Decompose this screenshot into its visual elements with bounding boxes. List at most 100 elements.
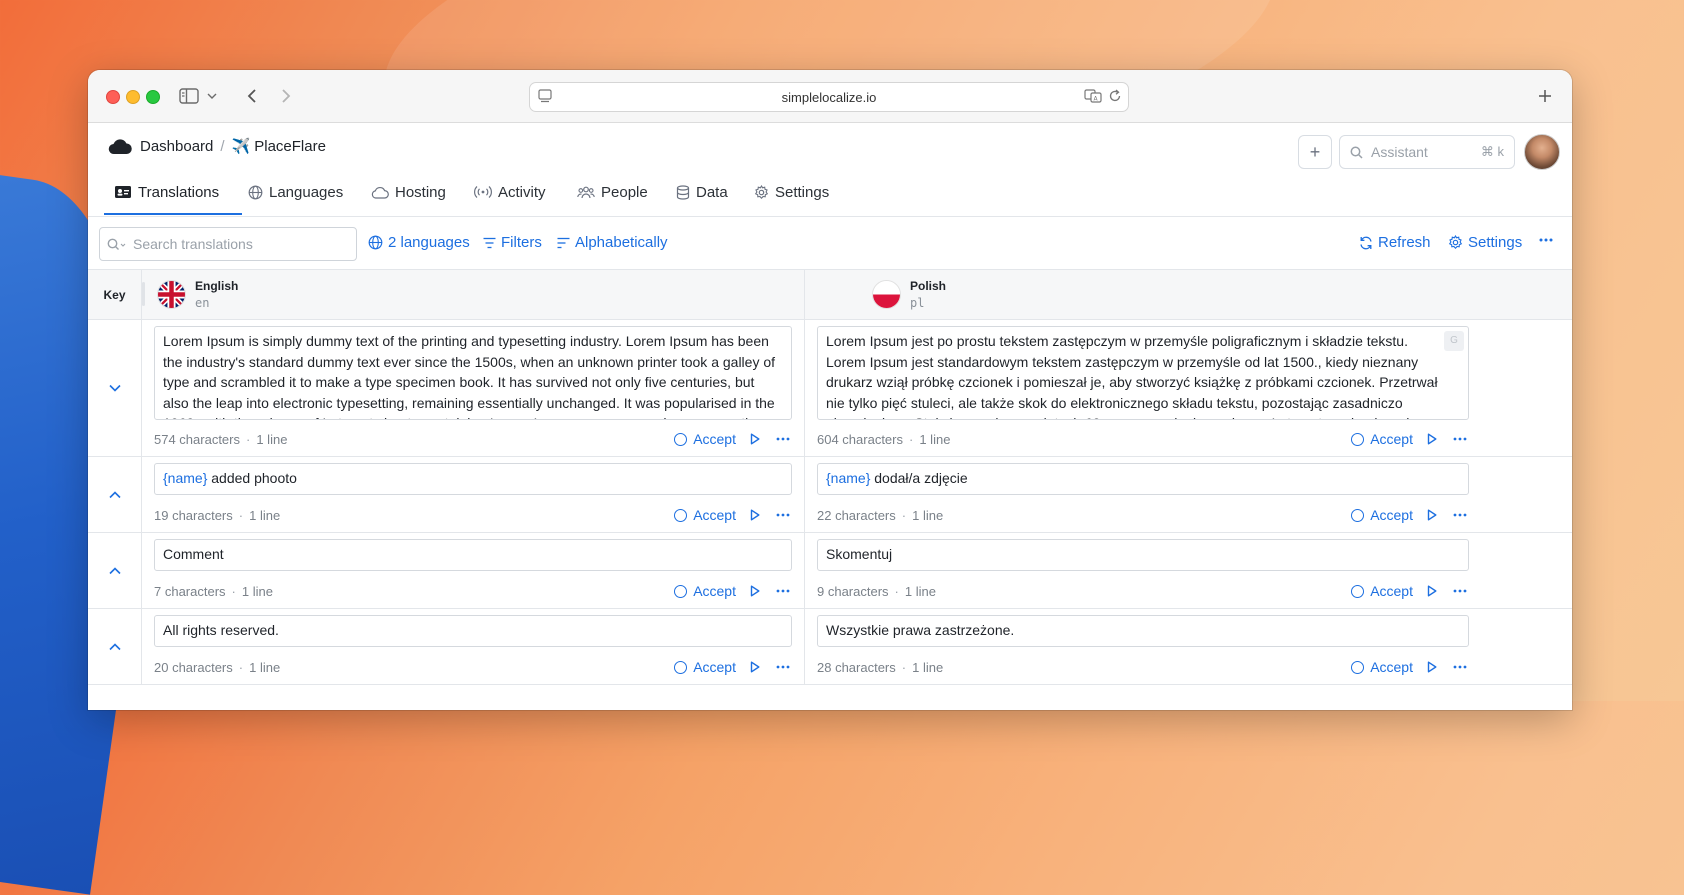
tab-hosting[interactable]: Hosting: [371, 170, 446, 214]
filters-button[interactable]: Filters: [483, 234, 542, 251]
tab-label: Languages: [269, 183, 344, 201]
more-options-icon[interactable]: [1453, 589, 1467, 593]
minimize-window-button[interactable]: [126, 90, 140, 104]
play-icon[interactable]: [1427, 661, 1437, 673]
collapse-row-button[interactable]: [88, 609, 142, 684]
tab-languages[interactable]: Languages: [248, 170, 343, 214]
tab-label: Activity: [498, 183, 546, 201]
new-tab-icon[interactable]: [1536, 85, 1554, 107]
more-options-icon[interactable]: [776, 437, 790, 441]
forward-arrow-icon[interactable]: [278, 85, 294, 107]
tab-settings[interactable]: Settings: [754, 170, 829, 214]
accept-button[interactable]: Accept: [674, 583, 736, 599]
line-count: 1 line: [912, 507, 944, 523]
tab-label: Data: [696, 183, 728, 201]
accept-button[interactable]: Accept: [1351, 583, 1413, 599]
sort-button[interactable]: Alphabetically: [557, 234, 668, 251]
play-icon[interactable]: [750, 509, 760, 521]
language-name: English: [195, 279, 239, 293]
play-icon[interactable]: [1427, 433, 1437, 445]
more-options-icon[interactable]: [776, 513, 790, 517]
table-row: {name} added phooto 19 characters · 1 line…: [88, 457, 1572, 533]
sidebar-toggle-icon[interactable]: [178, 85, 200, 107]
more-options-icon[interactable]: [1453, 665, 1467, 669]
tab-translations[interactable]: Translations: [114, 170, 219, 214]
cell-actions: Accept: [1351, 656, 1469, 678]
breadcrumb-dashboard-link[interactable]: Dashboard: [140, 138, 213, 155]
play-icon[interactable]: [750, 433, 760, 445]
back-arrow-icon[interactable]: [244, 85, 260, 107]
translation-textarea[interactable]: {name} added phooto: [154, 463, 792, 495]
line-count: 1 line: [256, 431, 288, 447]
chevron-down-icon[interactable]: [206, 85, 218, 107]
cell-footer: 22 characters · 1 line Accept: [817, 504, 1469, 526]
cell-footer: 20 characters · 1 line Accept: [154, 656, 792, 678]
more-options-icon[interactable]: [1539, 238, 1558, 242]
translation-textarea[interactable]: {name} dodał/a zdjęcie: [817, 463, 1469, 495]
collapse-row-button[interactable]: [88, 533, 142, 608]
toolbar-settings-button[interactable]: Settings: [1448, 234, 1522, 251]
more-options-icon[interactable]: [1453, 437, 1467, 441]
more-options-icon[interactable]: [1453, 513, 1467, 517]
people-icon: [577, 185, 601, 199]
page-settings-icon[interactable]: [538, 89, 554, 106]
zoom-window-button[interactable]: [146, 90, 160, 104]
translation-textarea[interactable]: Skomentuj: [817, 539, 1469, 571]
tab-people[interactable]: People: [577, 170, 648, 214]
accept-button[interactable]: Accept: [674, 659, 736, 675]
more-options-icon[interactable]: [776, 665, 790, 669]
column-resize-handle[interactable]: [142, 282, 145, 306]
uk-flag-icon: [157, 280, 186, 309]
accept-button[interactable]: Accept: [1351, 431, 1413, 447]
accept-button[interactable]: Accept: [1351, 507, 1413, 523]
english-translation-cell: All rights reserved. 20 characters · 1 lin…: [142, 609, 805, 684]
google-translate-icon[interactable]: G: [1444, 331, 1464, 351]
accept-button[interactable]: Accept: [674, 431, 736, 447]
english-translation-cell: Comment 7 characters · 1 line Accept: [142, 533, 805, 608]
polish-column-header[interactable]: Polish pl: [872, 270, 946, 319]
grid-header: Key English en Polish pl: [88, 270, 1572, 320]
refresh-button[interactable]: Refresh: [1359, 234, 1431, 251]
filters-label: Filters: [501, 234, 542, 251]
more-options-icon[interactable]: [776, 589, 790, 593]
play-icon[interactable]: [750, 585, 760, 597]
assistant-search[interactable]: Assistant ⌘ k: [1339, 135, 1515, 169]
collapse-row-button[interactable]: [88, 457, 142, 532]
translation-textarea[interactable]: All rights reserved.: [154, 615, 792, 647]
key-column-header[interactable]: Key: [88, 270, 142, 319]
chevron-up-icon: [108, 642, 121, 651]
translation-textarea[interactable]: Lorem Ipsum jest po prostu tekstem zastę…: [817, 326, 1469, 420]
english-column-header[interactable]: English en: [157, 270, 238, 319]
expand-row-button[interactable]: [88, 320, 142, 456]
character-count: 22 characters: [817, 507, 896, 523]
play-icon[interactable]: [1427, 585, 1437, 597]
translation-textarea[interactable]: Wszystkie prawa zastrzeżone.: [817, 615, 1469, 647]
cell-actions: Accept: [1351, 428, 1469, 450]
translation-textarea[interactable]: Comment: [154, 539, 792, 571]
close-window-button[interactable]: [106, 90, 120, 104]
main-tabs: Translations Languages Hosting Activity …: [88, 170, 1572, 217]
accept-button[interactable]: Accept: [1351, 659, 1413, 675]
tab-activity[interactable]: Activity: [474, 170, 546, 214]
translation-textarea[interactable]: Lorem Ipsum is simply dummy text of the …: [154, 326, 792, 420]
play-icon[interactable]: [750, 661, 760, 673]
cell-footer: 19 characters · 1 line Accept: [154, 504, 792, 526]
table-row: Lorem Ipsum is simply dummy text of the …: [88, 320, 1572, 457]
reload-icon[interactable]: [1108, 89, 1122, 106]
accept-button[interactable]: Accept: [674, 507, 736, 523]
address-bar[interactable]: simplelocalize.io A: [529, 82, 1129, 112]
languages-filter-button[interactable]: 2 languages: [368, 234, 470, 251]
line-count: 1 line: [249, 507, 281, 523]
translate-icon[interactable]: A: [1084, 89, 1102, 106]
search-input[interactable]: Search translations: [99, 227, 357, 261]
breadcrumb-separator: /: [220, 137, 225, 155]
user-avatar[interactable]: [1524, 134, 1560, 170]
tab-data[interactable]: Data: [676, 170, 728, 214]
refresh-label: Refresh: [1378, 234, 1431, 251]
breadcrumb-project-link[interactable]: PlaceFlare: [254, 138, 326, 155]
table-row: Comment 7 characters · 1 line Accept Skome…: [88, 533, 1572, 609]
play-icon[interactable]: [1427, 509, 1437, 521]
english-translation-cell: Lorem Ipsum is simply dummy text of the …: [142, 320, 805, 456]
add-button[interactable]: +: [1298, 135, 1332, 169]
accept-label: Accept: [693, 431, 736, 447]
